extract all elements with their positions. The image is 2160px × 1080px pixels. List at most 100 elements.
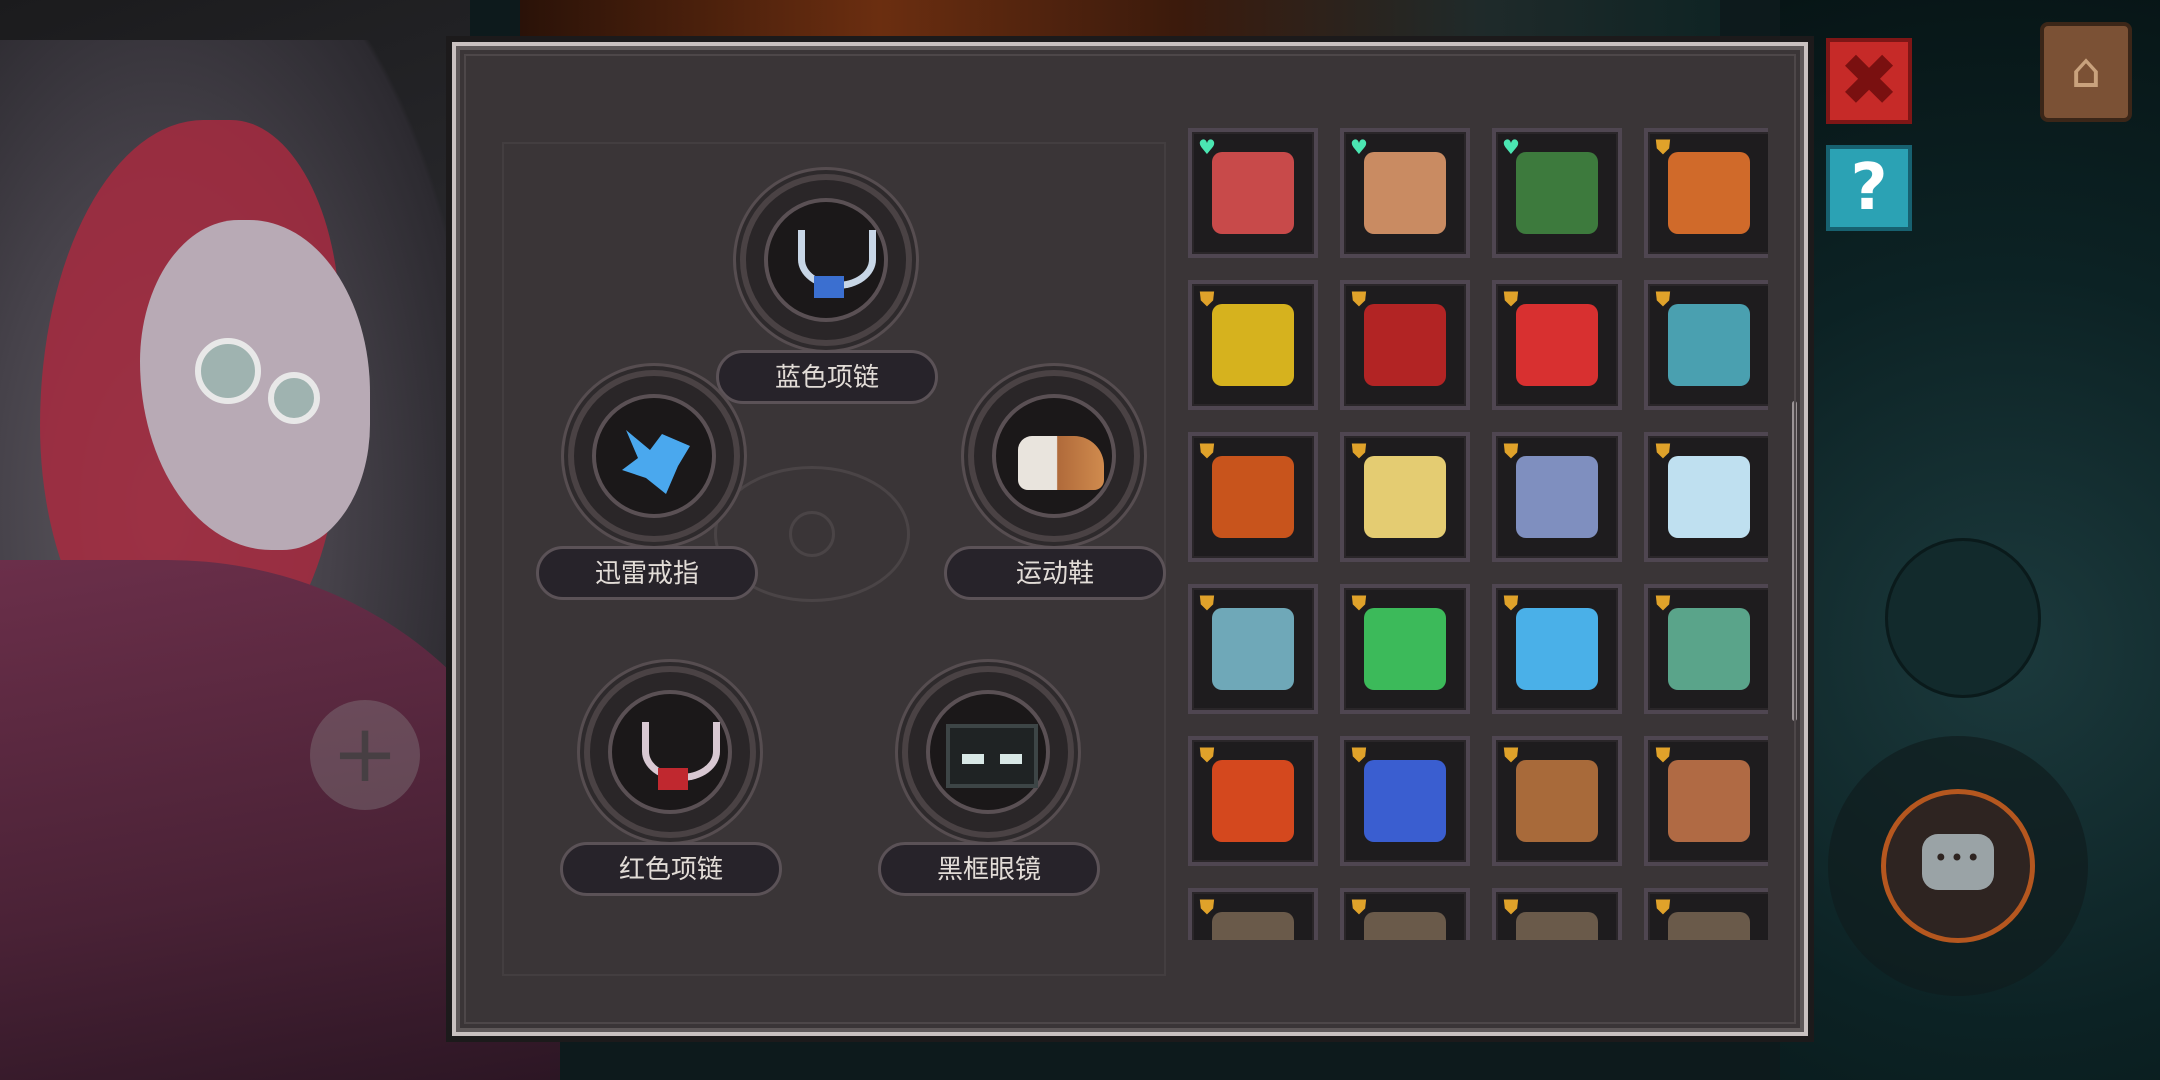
- golden-chest-icon: [1364, 456, 1446, 538]
- slot-left-label: 迅雷戒指: [536, 546, 758, 600]
- shield-badge-icon: ⛊: [1655, 439, 1671, 463]
- inventory-slot[interactable]: ⛊: [1644, 736, 1768, 866]
- slot-right-inner: [992, 394, 1116, 518]
- inventory-slot[interactable]: ⛊: [1188, 888, 1318, 940]
- shield-badge-icon: ⛊: [1503, 591, 1519, 615]
- green-rune-scroll-icon: [1364, 608, 1446, 690]
- shield-badge-icon: ⛊: [1655, 135, 1671, 159]
- npc-glasses-right: [268, 372, 320, 424]
- golden-armor-icon: [1212, 304, 1294, 386]
- partial-item-icon: [1516, 912, 1598, 940]
- inventory-slot[interactable]: ♥: [1340, 128, 1470, 258]
- shield-badge-icon: ⛊: [1199, 591, 1215, 615]
- inventory-slot[interactable]: ⛊: [1188, 736, 1318, 866]
- slot-right[interactable]: [974, 376, 1134, 536]
- shield-badge-icon: ⛊: [1503, 287, 1519, 311]
- frost-star-icon: [1212, 608, 1294, 690]
- slot-bottom-left-label: 红色项链: [560, 842, 782, 896]
- slot-bottom-left[interactable]: [590, 672, 750, 832]
- inventory-slot[interactable]: ⛊: [1492, 736, 1622, 866]
- slot-top[interactable]: [746, 180, 906, 340]
- inventory-slot[interactable]: ⛊: [1644, 432, 1768, 562]
- decorative-frame: [502, 142, 1166, 976]
- shield-badge-icon: ⛊: [1351, 439, 1367, 463]
- inventory-slot[interactable]: ⛊: [1188, 584, 1318, 714]
- inventory-slot[interactable]: ⛊: [1340, 888, 1470, 940]
- inventory-slot[interactable]: ♥: [1188, 128, 1318, 258]
- slot-top-label: 蓝色项链: [716, 350, 938, 404]
- inventory-slot[interactable]: ⛊: [1340, 280, 1470, 410]
- black-glasses-icon: [946, 724, 1038, 788]
- close-button[interactable]: ✖: [1826, 38, 1912, 124]
- red-pendant: [658, 768, 688, 790]
- add-button[interactable]: +: [310, 700, 420, 810]
- partial-item-icon: [1668, 912, 1750, 940]
- slot-left[interactable]: [574, 376, 734, 536]
- inventory-slot[interactable]: ⛊: [1188, 432, 1318, 562]
- slot-bottom-right-label: 黑框眼镜: [878, 842, 1100, 896]
- inventory-scrollbar[interactable]: [1792, 401, 1797, 721]
- shield-badge-icon: ⛊: [1351, 591, 1367, 615]
- shield-badge-icon: ⛊: [1655, 895, 1671, 919]
- shield-badge-icon: ⛊: [1351, 895, 1367, 919]
- slot-left-inner: [592, 394, 716, 518]
- chat-button[interactable]: [1881, 789, 2035, 943]
- green-shovel-icon: [1516, 152, 1598, 234]
- action-joystick[interactable]: [1885, 538, 2041, 698]
- shield-badge-icon: ⛊: [1503, 439, 1519, 463]
- slot-top-inner: [764, 198, 888, 322]
- green-snake-icon: [1668, 608, 1750, 690]
- equipment-panel: 蓝色项链 迅雷戒指 运动鞋 红色项链 黑框眼镜 ♥ ♥ ♥ ⛊ ⛊ ⛊ ⛊ ⛊ …: [452, 42, 1808, 1036]
- sneaker-icon: [1018, 436, 1104, 490]
- shield-badge-icon: ⛊: [1655, 287, 1671, 311]
- help-button[interactable]: ?: [1826, 145, 1912, 231]
- heart-badge-icon: ♥: [1198, 135, 1216, 159]
- inventory-slot[interactable]: ⛊: [1188, 280, 1318, 410]
- lightning-scroll-icon: [1516, 608, 1598, 690]
- inventory-slot[interactable]: ⛊: [1644, 128, 1768, 258]
- inventory-slot[interactable]: ⛊: [1340, 736, 1470, 866]
- inventory-slot[interactable]: ⛊: [1644, 280, 1768, 410]
- inventory-slot[interactable]: ⛊: [1644, 888, 1768, 940]
- partial-item-icon: [1364, 912, 1446, 940]
- npc-glasses-left: [195, 338, 261, 404]
- journal-book-button[interactable]: ⌂: [2040, 22, 2132, 122]
- red-potion-icon: [1516, 304, 1598, 386]
- eye-emblem-decoration: [714, 466, 910, 602]
- slot-bottom-left-inner: [608, 690, 732, 814]
- inventory-slot[interactable]: ♥: [1492, 128, 1622, 258]
- nerd-face-icon: [1364, 152, 1446, 234]
- teal-boot-icon: [1668, 304, 1750, 386]
- shield-badge-icon: ⛊: [1351, 287, 1367, 311]
- shield-badge-icon: ⛊: [1503, 895, 1519, 919]
- inventory-slot[interactable]: ⛊: [1340, 584, 1470, 714]
- ice-crystal-icon: [1668, 456, 1750, 538]
- slot-bottom-right[interactable]: [908, 672, 1068, 832]
- blue-cloak-icon: [1516, 456, 1598, 538]
- slot-right-label: 运动鞋: [944, 546, 1166, 600]
- inventory-slot[interactable]: ⛊: [1492, 888, 1622, 940]
- shield-badge-icon: ⛊: [1199, 743, 1215, 767]
- shield-badge-icon: ⛊: [1199, 439, 1215, 463]
- blue-necklace-icon: [798, 230, 876, 289]
- inventory-slot[interactable]: ⛊: [1492, 432, 1622, 562]
- heart-badge-icon: ♥: [1350, 135, 1368, 159]
- partial-item-icon: [1212, 912, 1294, 940]
- red-necklace-icon: [642, 722, 720, 781]
- heart-badge-icon: ♥: [1502, 135, 1520, 159]
- inventory-slot[interactable]: ⛊: [1492, 280, 1622, 410]
- inventory-slot[interactable]: ⛊: [1644, 584, 1768, 714]
- water-scroll-icon: [1364, 760, 1446, 842]
- shield-badge-icon: ⛊: [1199, 895, 1215, 919]
- orange-vest-icon: [1668, 152, 1750, 234]
- shield-badge-icon: ⛊: [1655, 743, 1671, 767]
- shield-badge-icon: ⛊: [1655, 591, 1671, 615]
- slot-bottom-right-inner: [926, 690, 1050, 814]
- blue-pendant: [814, 276, 844, 298]
- inventory-slot[interactable]: ⛊: [1340, 432, 1470, 562]
- inventory-slot[interactable]: ⛊: [1492, 584, 1622, 714]
- equipment-area: 蓝色项链 迅雷戒指 运动鞋 红色项链 黑框眼镜: [456, 46, 1176, 1040]
- wooden-cane-icon: [1516, 760, 1598, 842]
- inventory-grid: ♥ ♥ ♥ ⛊ ⛊ ⛊ ⛊ ⛊ ⛊ ⛊ ⛊ ⛊ ⛊ ⛊ ⛊ ⛊ ⛊ ⛊ ⛊ ⛊ ⛊ ⛊ ⛊ ⛊: [1188, 128, 1768, 940]
- book-icon: ⌂: [2070, 43, 2102, 99]
